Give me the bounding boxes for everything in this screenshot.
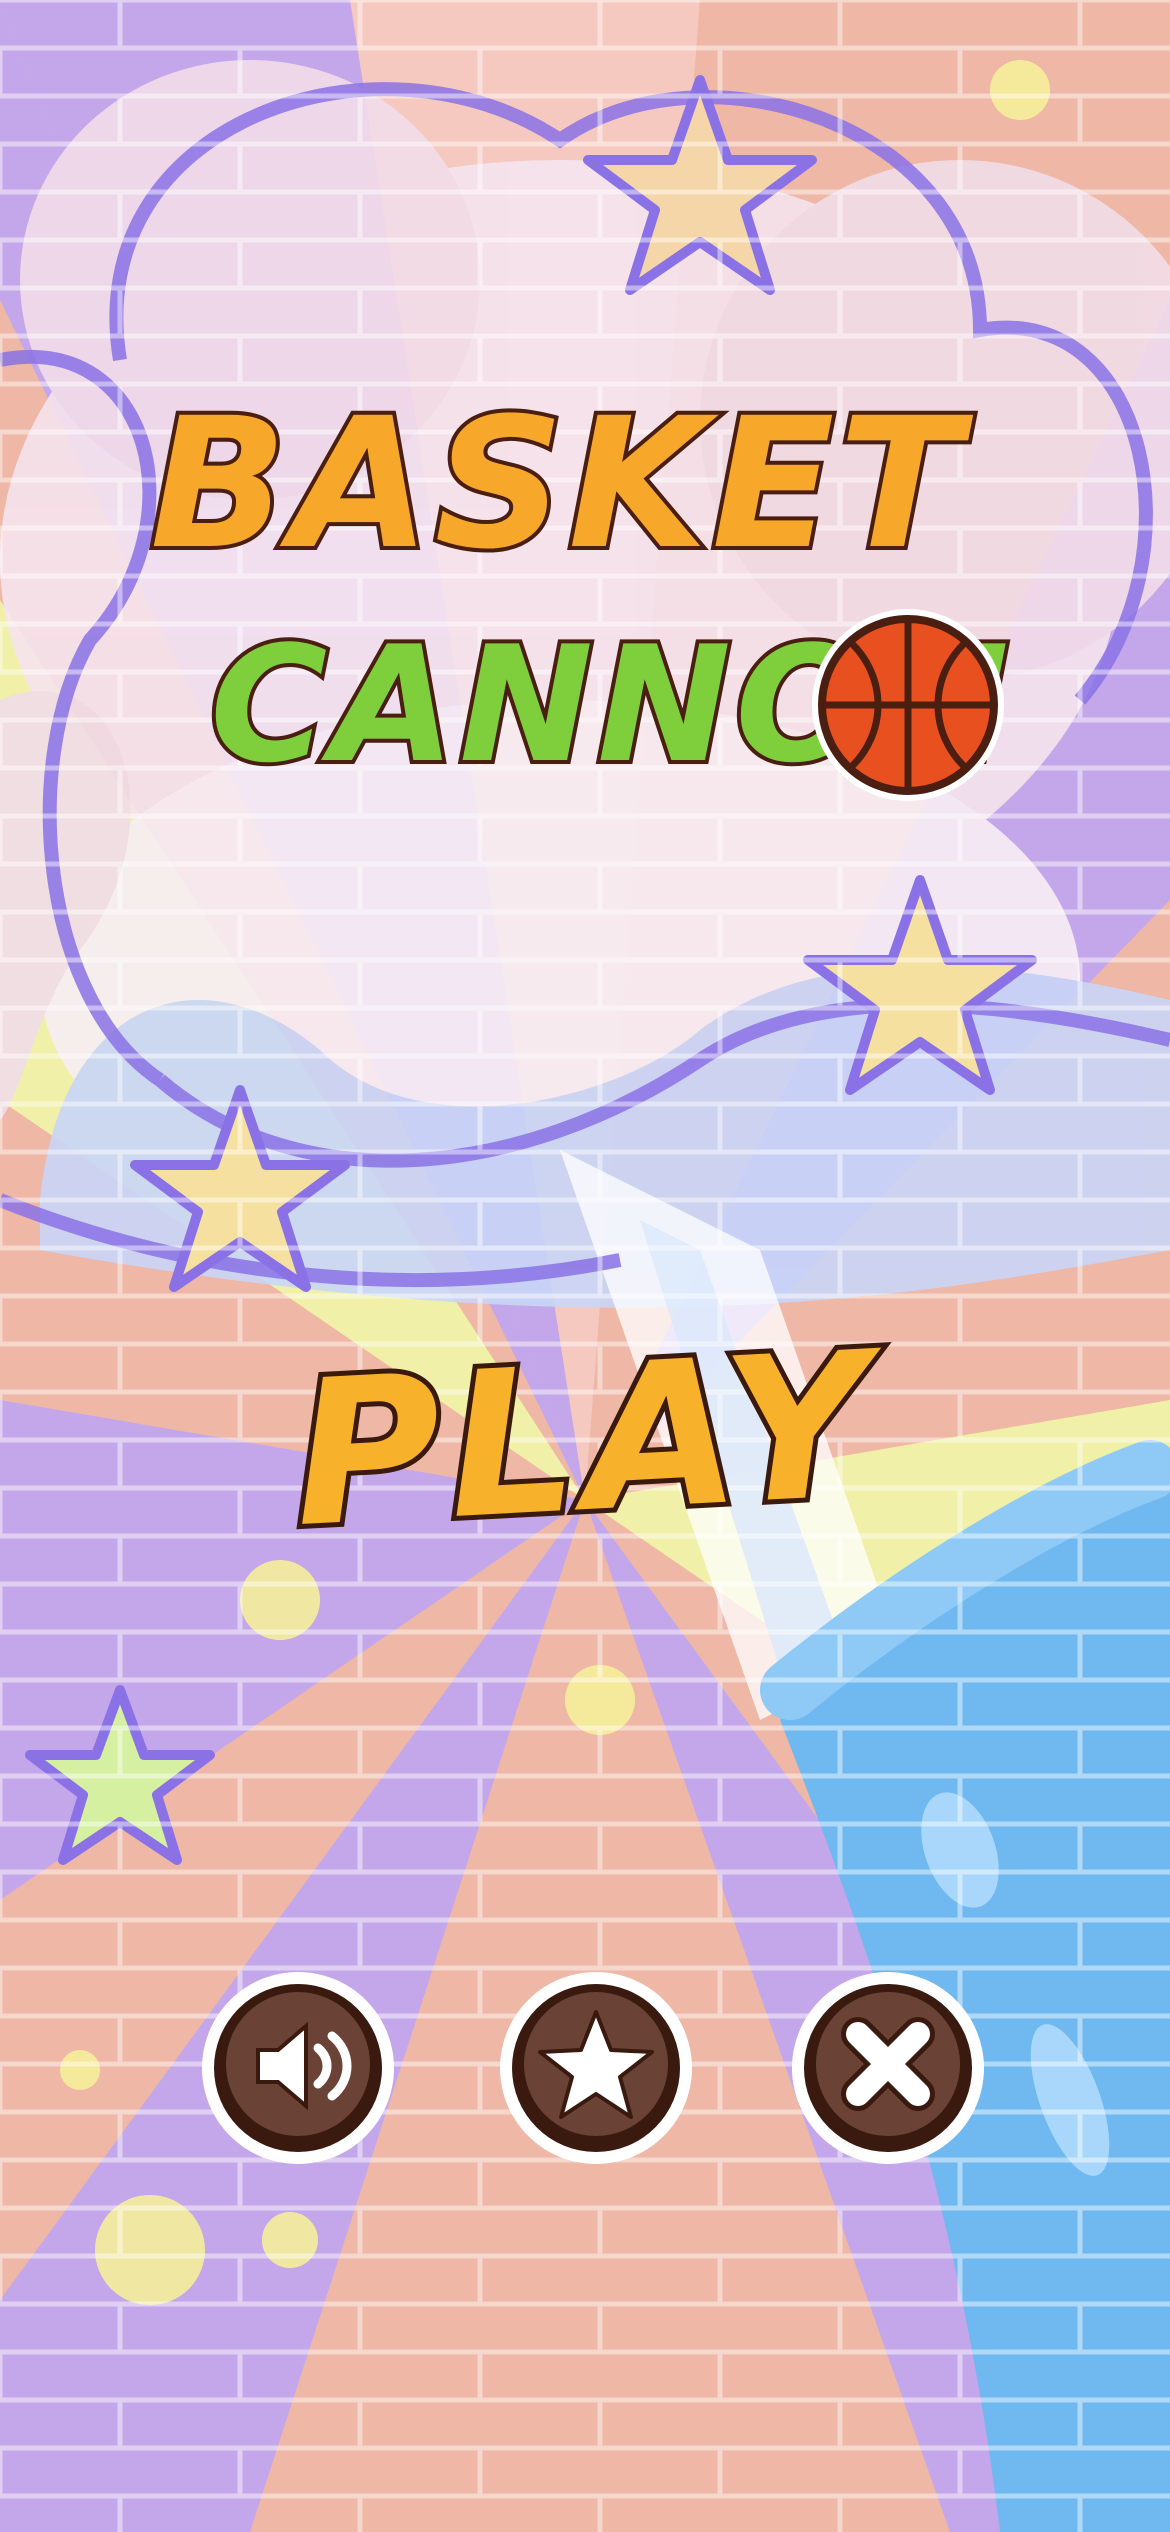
close-icon: [792, 1972, 984, 2164]
sound-button[interactable]: [198, 1968, 398, 2168]
speaker-icon: [202, 1972, 394, 2164]
star-icon: [500, 1972, 692, 2164]
logo-title-line1: BASKET: [146, 380, 966, 589]
basketball-icon: [812, 609, 1004, 801]
play-label: PLAY: [283, 1303, 887, 1576]
rate-button[interactable]: [496, 1968, 696, 2168]
close-button[interactable]: [788, 1968, 988, 2168]
game-logo: BASKET CANNON: [146, 380, 1030, 865]
play-button[interactable]: PLAY: [283, 1290, 887, 1590]
